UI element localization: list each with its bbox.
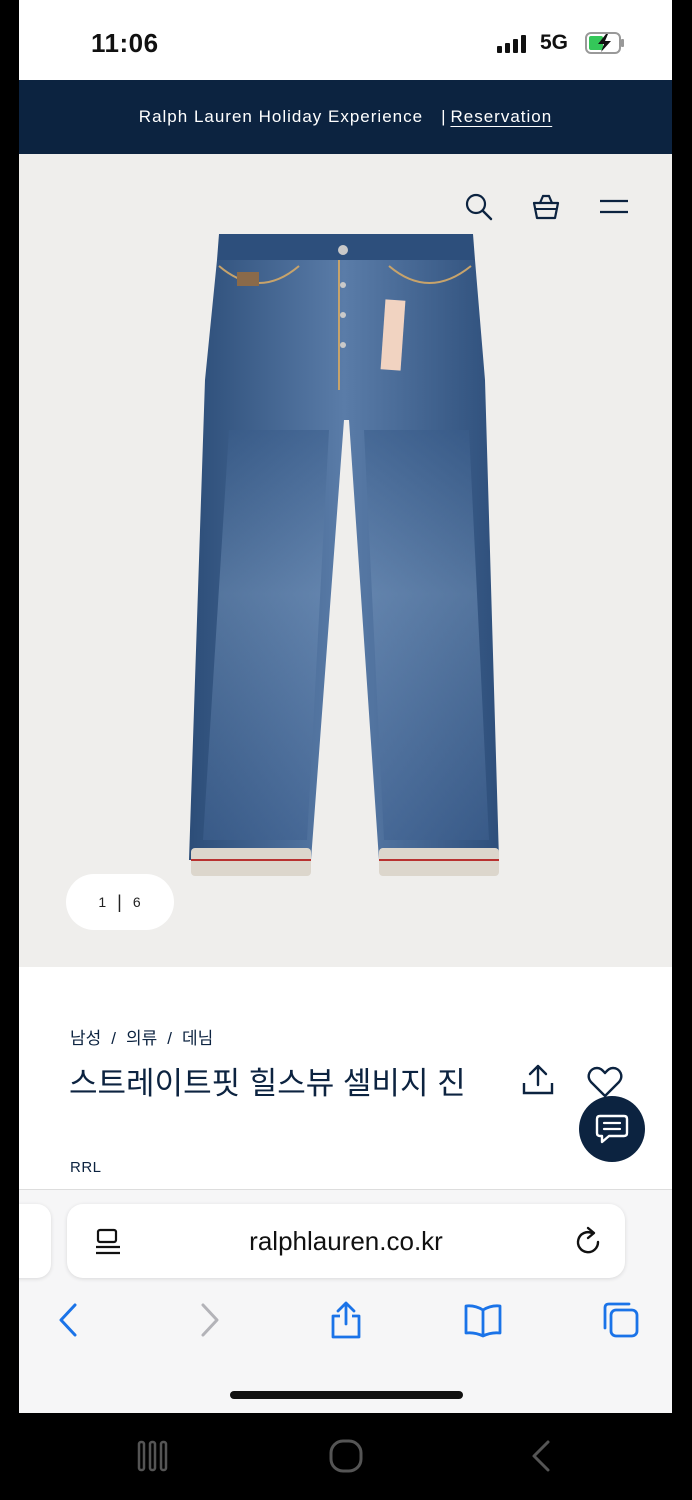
breadcrumb-clothing[interactable]: 의류 — [126, 1029, 157, 1048]
image-counter-total: 6 — [132, 894, 142, 910]
share-icon[interactable] — [521, 1063, 555, 1097]
bookmarks-icon[interactable] — [463, 1300, 503, 1340]
home-indicator[interactable] — [230, 1391, 463, 1399]
browser-share-icon[interactable] — [326, 1300, 366, 1340]
network-type: 5G — [540, 31, 569, 54]
url-text[interactable]: ralphlauren.co.kr — [67, 1204, 625, 1278]
chat-bubble-icon — [595, 1114, 629, 1144]
promo-separator: | — [441, 107, 447, 126]
home-icon[interactable] — [328, 1439, 364, 1473]
android-back-icon[interactable] — [526, 1439, 556, 1473]
status-bar: 11:06 5G — [19, 0, 672, 80]
address-bar[interactable]: ralphlauren.co.kr — [67, 1204, 625, 1278]
breadcrumb-men[interactable]: 남성 — [70, 1029, 101, 1048]
product-brand: RRL — [70, 1159, 102, 1176]
chat-button[interactable] — [579, 1096, 645, 1162]
breadcrumb-separator: / — [111, 1029, 117, 1048]
phone-screen: 11:06 5G Ralph Lauren Holiday Experience… — [19, 0, 672, 1413]
menu-icon[interactable] — [599, 192, 629, 222]
promo-banner: Ralph Lauren Holiday Experience | Reserv… — [19, 80, 672, 154]
status-time: 11:06 — [91, 28, 159, 58]
tabs-icon[interactable] — [601, 1300, 641, 1340]
product-info: 남성 / 의류 / 데님 스트레이트핏 힐스뷰 셀비지 진 RRL — [19, 967, 672, 1189]
image-counter-current: 1 — [98, 894, 108, 910]
breadcrumb-separator: / — [167, 1029, 173, 1048]
signal-icon — [497, 35, 526, 53]
browser-chrome: ralphlauren.co.kr — [19, 1189, 672, 1413]
forward-icon[interactable] — [189, 1300, 229, 1340]
image-counter-divider: | — [117, 891, 123, 912]
reload-icon[interactable] — [574, 1226, 604, 1258]
promo-text: Ralph Lauren Holiday Experience — [138, 107, 424, 126]
product-image-gallery[interactable]: 1 | 6 — [19, 154, 672, 967]
wishlist-heart-icon[interactable] — [587, 1065, 623, 1099]
reservation-link[interactable]: Reservation — [450, 107, 552, 127]
search-icon[interactable] — [464, 192, 494, 222]
android-nav-bar — [0, 1413, 692, 1500]
product-title: 스트레이트핏 힐스뷰 셀비지 진 — [69, 1066, 466, 1101]
shopping-bag-icon[interactable] — [531, 192, 561, 222]
breadcrumb-denim[interactable]: 데님 — [182, 1029, 213, 1048]
recent-apps-icon[interactable] — [136, 1439, 170, 1473]
image-counter: 1 | 6 — [66, 874, 174, 930]
battery-charging-icon — [585, 32, 624, 54]
breadcrumb: 남성 / 의류 / 데님 — [70, 1024, 213, 1049]
product-photo-jeans — [189, 234, 499, 876]
previous-tab-preview[interactable] — [19, 1204, 51, 1278]
back-icon[interactable] — [49, 1300, 89, 1340]
